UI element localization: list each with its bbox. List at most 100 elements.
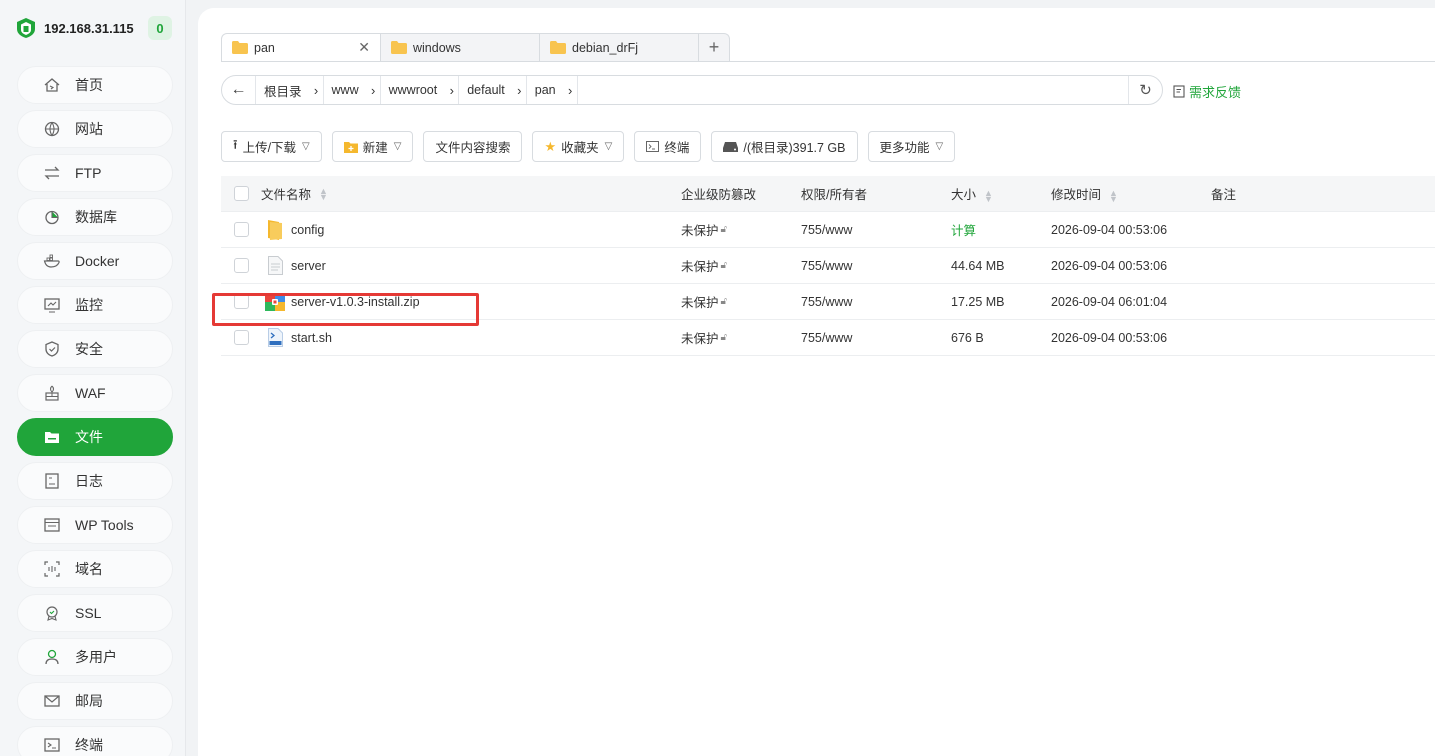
close-icon[interactable]: ✕: [358, 39, 370, 56]
unlock-icon[interactable]: 🔓︎: [721, 224, 727, 235]
row-checkbox[interactable]: [233, 330, 249, 345]
file-icon: [265, 256, 285, 276]
header-name[interactable]: 文件名称 ▲ ▼: [261, 184, 681, 203]
row-checkbox[interactable]: [233, 294, 249, 309]
breadcrumb-pan[interactable]: pan: [527, 83, 564, 97]
size-calculate[interactable]: 计算: [951, 220, 1051, 239]
breadcrumb-root[interactable]: 根目录: [256, 81, 310, 100]
file-name[interactable]: config: [291, 223, 324, 237]
row-checkbox[interactable]: [233, 258, 249, 273]
sidebar-item-home[interactable]: 首页: [17, 66, 173, 104]
row-checkbox[interactable]: [233, 222, 249, 237]
refresh-icon[interactable]: ↻: [1128, 76, 1162, 104]
protection-status[interactable]: 未保护: [681, 256, 719, 275]
database-icon: [43, 208, 61, 226]
tab-pan[interactable]: pan ✕: [221, 33, 381, 61]
terminal-icon: [646, 141, 660, 152]
permission[interactable]: 755/www: [801, 223, 951, 237]
file-tabs: pan ✕ windows debian_drFj +: [221, 33, 730, 61]
sidebar-item-mail[interactable]: 邮局: [17, 682, 173, 720]
tab-label: windows: [413, 40, 461, 55]
sidebar-item-security[interactable]: 安全: [17, 330, 173, 368]
folder-icon: [265, 219, 285, 240]
content-search-button[interactable]: 文件内容搜索: [423, 131, 523, 162]
sidebar-nav: 首页 网站 FTP 数据库 Docker 监控 安全 WAF 文件 日志 WP …: [0, 56, 185, 756]
table-row[interactable]: server-v1.0.3-install.zip 未保护 🔓︎ 755/www …: [221, 284, 1435, 320]
header-size[interactable]: 大小 ▲ ▼: [951, 184, 1051, 203]
protection-status[interactable]: 未保护: [681, 292, 719, 311]
content-search-label: 文件内容搜索: [435, 141, 511, 155]
modified-time: 2026-09-04 00:53:06: [1051, 258, 1168, 273]
sidebar-item-terminal[interactable]: 终端: [17, 726, 173, 756]
table-row[interactable]: server 未保护 🔓︎ 755/www 44.64 MB 2026-09-04…: [221, 248, 1435, 284]
file-name[interactable]: server-v1.0.3-install.zip: [291, 295, 420, 309]
file-name[interactable]: server: [291, 259, 326, 273]
file-name[interactable]: start.sh: [291, 331, 332, 345]
tab-windows[interactable]: windows: [380, 33, 540, 61]
sidebar-item-ftp[interactable]: FTP: [17, 154, 173, 192]
permission[interactable]: 755/www: [801, 331, 951, 345]
favorites-button[interactable]: ★ 收藏夹 ▽: [532, 131, 625, 162]
breadcrumb-default[interactable]: default: [459, 83, 513, 97]
sidebar-item-files[interactable]: 文件: [17, 418, 173, 456]
feedback-link[interactable]: 需求反馈: [1173, 82, 1241, 101]
folder-icon: [391, 41, 407, 54]
chevron-right-icon[interactable]: ›: [564, 76, 578, 104]
more-functions-label: 更多功能: [879, 141, 930, 155]
header-modified[interactable]: 修改时间 ▲ ▼: [1051, 184, 1211, 203]
chevron-right-icon[interactable]: ›: [513, 76, 527, 104]
permission[interactable]: 755/www: [801, 295, 951, 309]
star-icon: ★: [544, 138, 557, 154]
sidebar-item-waf[interactable]: WAF: [17, 374, 173, 412]
waf-icon: [43, 384, 61, 402]
sidebar-item-docker[interactable]: Docker: [17, 242, 173, 280]
sidebar-item-label: WAF: [75, 385, 106, 401]
message-badge[interactable]: 0: [148, 16, 172, 40]
unlock-icon[interactable]: 🔓︎: [721, 260, 727, 271]
chevron-right-icon[interactable]: ›: [445, 76, 460, 104]
sidebar-item-label: 多用户: [75, 649, 117, 665]
table-row[interactable]: config 未保护 🔓︎ 755/www 计算 2026-09-04 00:53…: [221, 212, 1435, 248]
new-button[interactable]: 新建 ▽: [331, 131, 414, 162]
disk-icon: [723, 141, 739, 152]
disk-button[interactable]: /(根目录)391.7 GB: [711, 131, 858, 162]
breadcrumb-wwwroot[interactable]: wwwroot: [381, 83, 446, 97]
sidebar-item-website[interactable]: 网站: [17, 110, 173, 148]
header-note: 备注: [1211, 188, 1237, 202]
sidebar-item-ssl[interactable]: SSL: [17, 594, 173, 632]
add-tab-button[interactable]: +: [698, 33, 730, 61]
tab-label: pan: [254, 40, 275, 55]
sidebar-item-label: 域名: [75, 561, 103, 577]
sidebar-item-label: 安全: [75, 341, 103, 357]
sidebar-item-database[interactable]: 数据库: [17, 198, 173, 236]
chevron-down-icon: ▽: [393, 141, 402, 152]
sidebar-item-multi-user[interactable]: 多用户: [17, 638, 173, 676]
permission[interactable]: 755/www: [801, 259, 951, 273]
unlock-icon[interactable]: 🔓︎: [721, 296, 727, 307]
upload-download-button[interactable]: ⭱ 上传/下载 ▽: [221, 131, 322, 162]
tab-debian-drfj[interactable]: debian_drFj: [539, 33, 699, 61]
chevron-right-icon[interactable]: ›: [310, 76, 324, 104]
sort-icon[interactable]: ▲ ▼: [984, 188, 993, 203]
docker-icon: [43, 252, 61, 270]
protection-status[interactable]: 未保护: [681, 220, 719, 239]
table-row[interactable]: start.sh 未保护 🔓︎ 755/www 676 B 2026-09-04 …: [221, 320, 1435, 356]
modified-time: 2026-09-04 00:53:06: [1051, 222, 1168, 237]
breadcrumb-www[interactable]: www: [324, 83, 367, 97]
select-all-checkbox[interactable]: [233, 186, 249, 201]
sidebar-item-label: 终端: [75, 737, 103, 753]
sort-icon[interactable]: ▲ ▼: [1109, 188, 1118, 203]
terminal-button[interactable]: 终端: [634, 131, 702, 162]
sort-icon[interactable]: ▲ ▼: [319, 186, 328, 201]
protection-status[interactable]: 未保护: [681, 328, 719, 347]
chevron-right-icon[interactable]: ›: [367, 76, 381, 104]
sidebar-item-wp-tools[interactable]: WP Tools: [17, 506, 173, 544]
sidebar-item-domain[interactable]: 域名: [17, 550, 173, 588]
file-size: 17.25 MB: [951, 294, 1005, 309]
more-functions-button[interactable]: 更多功能 ▽: [867, 131, 956, 162]
sidebar-item-logs[interactable]: 日志: [17, 462, 173, 500]
sidebar-item-monitor[interactable]: 监控: [17, 286, 173, 324]
back-arrow-icon[interactable]: ←: [222, 76, 256, 104]
unlock-icon[interactable]: 🔓︎: [721, 332, 727, 343]
toolbar: ⭱ 上传/下载 ▽ 新建 ▽ 文件内容搜索 ★ 收藏夹 ▽ 终端 /(根目录)3…: [221, 131, 965, 162]
